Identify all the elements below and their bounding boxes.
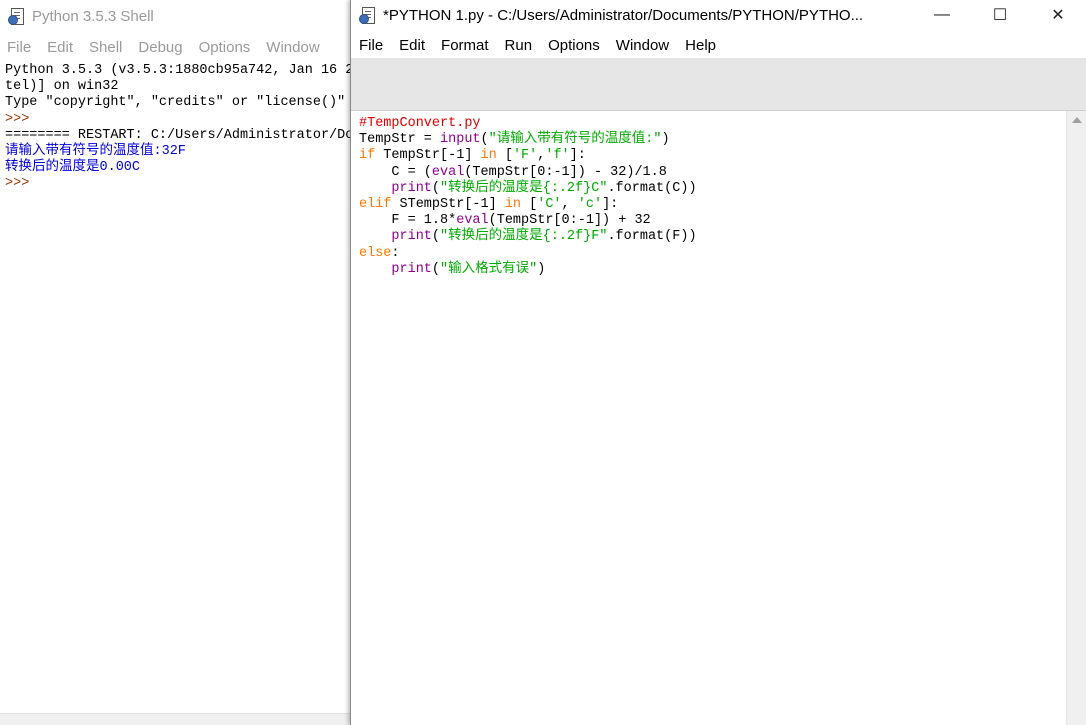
code-line: else:	[359, 246, 697, 262]
code-token: (TempStr[0:-1]) - 32)/1.8	[464, 164, 667, 180]
code-token: )	[661, 132, 670, 148]
maximize-button[interactable]: ☐	[971, 0, 1029, 30]
minimize-icon: —	[934, 6, 950, 23]
close-icon: ✕	[1051, 7, 1065, 24]
shell-output[interactable]: Python 3.5.3 (v3.5.3:1880cb95a742, Jan 1…	[5, 63, 350, 703]
code-token: input	[440, 132, 481, 148]
shell-line: >>>	[5, 176, 38, 192]
code-token: "转换后的温度是{:.2f}C"	[440, 180, 608, 196]
code-token: print	[391, 261, 432, 277]
shell-line: ======== RESTART: C:/Users/Administrator…	[5, 127, 350, 143]
code-token: (	[431, 261, 441, 277]
code-text[interactable]: #TempConvert.py TempStr = input("请输入带有符号的…	[359, 116, 697, 278]
code-token: in	[480, 148, 497, 164]
python-file-icon	[359, 6, 377, 24]
close-button[interactable]: ✕	[1029, 0, 1086, 30]
code-token: 'F'	[512, 148, 538, 164]
shell-line: 请输入带有符号的温度值:32F	[5, 144, 186, 160]
code-token: in	[504, 197, 522, 213]
shell-line: tel)] on win32	[5, 79, 119, 95]
shell-menu-window[interactable]: Window	[258, 39, 327, 56]
code-token: ]:	[569, 148, 586, 164]
shell-menubar: File Edit Shell Debug Options Window	[0, 34, 350, 60]
code-token: STempStr[-1]	[391, 197, 505, 213]
shell-titlebar[interactable]: Python 3.5.3 Shell	[0, 0, 350, 32]
editor-vertical-scrollbar[interactable]	[1066, 111, 1086, 725]
code-token: print	[391, 180, 432, 196]
code-line: print("转换后的温度是{:.2f}C".format(C))	[359, 180, 697, 197]
shell-line: >>>	[5, 111, 38, 127]
code-token: else	[359, 245, 392, 261]
code-token: eval	[456, 213, 489, 229]
code-token: "输入格式有误"	[440, 261, 538, 277]
minimize-button[interactable]: —	[913, 0, 971, 30]
code-line: print("输入格式有误")	[359, 262, 697, 278]
shell-title: Python 3.5.3 Shell	[32, 7, 154, 25]
editor-menu-run[interactable]: Run	[497, 37, 541, 54]
code-token: (	[431, 180, 441, 196]
code-line: F = 1.8*eval(TempStr[0:-1]) + 32	[359, 213, 697, 229]
code-token: :	[391, 245, 400, 261]
code-token: TempStr[-1]	[375, 148, 481, 164]
code-line: #TempConvert.py	[359, 116, 697, 132]
editor-titlebar[interactable]: *PYTHON 1.py - C:/Users/Administrator/Do…	[351, 0, 1086, 30]
code-token: 'C'	[537, 197, 562, 213]
code-line: TempStr = input("请输入带有符号的温度值:")	[359, 132, 697, 148]
editor-menu-help[interactable]: Help	[677, 37, 724, 54]
code-token: [	[521, 197, 538, 213]
code-token: 'c'	[577, 197, 603, 213]
code-token: if	[359, 148, 376, 164]
python-idle-icon	[8, 7, 26, 25]
code-line: print("转换后的温度是{:.2f}F".format(F))	[359, 229, 697, 245]
editor-title: *PYTHON 1.py - C:/Users/Administrator/Do…	[383, 6, 864, 24]
code-token: "请输入带有符号的温度值:"	[488, 132, 662, 148]
code-token: F = 1.8*	[359, 213, 457, 229]
code-token: .format(C))	[607, 180, 697, 196]
editor-header-band	[351, 58, 1086, 111]
code-token: C = (	[359, 164, 432, 180]
code-line: C = (eval(TempStr[0:-1]) - 32)/1.8	[359, 165, 697, 181]
shell-menu-options[interactable]: Options	[191, 39, 259, 56]
shell-menu-file[interactable]: File	[0, 39, 39, 56]
code-token: #TempConvert.py	[359, 116, 481, 131]
shell-menu-shell[interactable]: Shell	[81, 39, 130, 56]
code-token: TempStr =	[359, 132, 441, 148]
code-token: elif	[359, 197, 392, 213]
scroll-up-arrow-icon[interactable]	[1072, 117, 1082, 123]
code-token: .format(F))	[607, 229, 697, 245]
code-token: "转换后的温度是{:.2f}F"	[440, 229, 608, 245]
code-token: 'f'	[545, 148, 570, 164]
code-line: if TempStr[-1] in ['F','f']:	[359, 148, 697, 164]
code-editor[interactable]: #TempConvert.py TempStr = input("请输入带有符号的…	[351, 111, 1067, 725]
shell-horizontal-scrollbar[interactable]	[0, 713, 350, 725]
code-token: (TempStr[0:-1]) + 32	[488, 213, 651, 229]
editor-menu-file[interactable]: File	[351, 37, 391, 54]
shell-window: Python 3.5.3 Shell File Edit Shell Debug…	[0, 0, 350, 725]
shell-menu-debug[interactable]: Debug	[130, 39, 190, 56]
code-token: (	[480, 132, 489, 148]
code-line: elif STempStr[-1] in ['C', 'c']:	[359, 197, 697, 213]
code-token: )	[537, 261, 546, 277]
shell-menu-edit[interactable]: Edit	[39, 39, 81, 56]
editor-menubar: File Edit Format Run Options Window Help	[351, 32, 1086, 58]
code-token: (	[431, 229, 441, 245]
code-token: ,	[561, 197, 578, 213]
editor-menu-edit[interactable]: Edit	[391, 37, 433, 54]
window-controls: — ☐ ✕	[913, 0, 1086, 30]
code-token: [	[496, 148, 513, 164]
code-token: ]:	[602, 197, 619, 213]
code-token: print	[391, 229, 432, 245]
shell-line: Type "copyright", "credits" or "license(…	[5, 95, 346, 111]
shell-line: Python 3.5.3 (v3.5.3:1880cb95a742, Jan 1…	[5, 63, 350, 78]
maximize-icon: ☐	[992, 7, 1008, 24]
shell-line: 转换后的温度是0.00C	[5, 160, 141, 176]
code-token: eval	[431, 164, 465, 180]
editor-menu-options[interactable]: Options	[540, 37, 608, 54]
editor-menu-format[interactable]: Format	[433, 37, 497, 54]
editor-menu-window[interactable]: Window	[608, 37, 677, 54]
